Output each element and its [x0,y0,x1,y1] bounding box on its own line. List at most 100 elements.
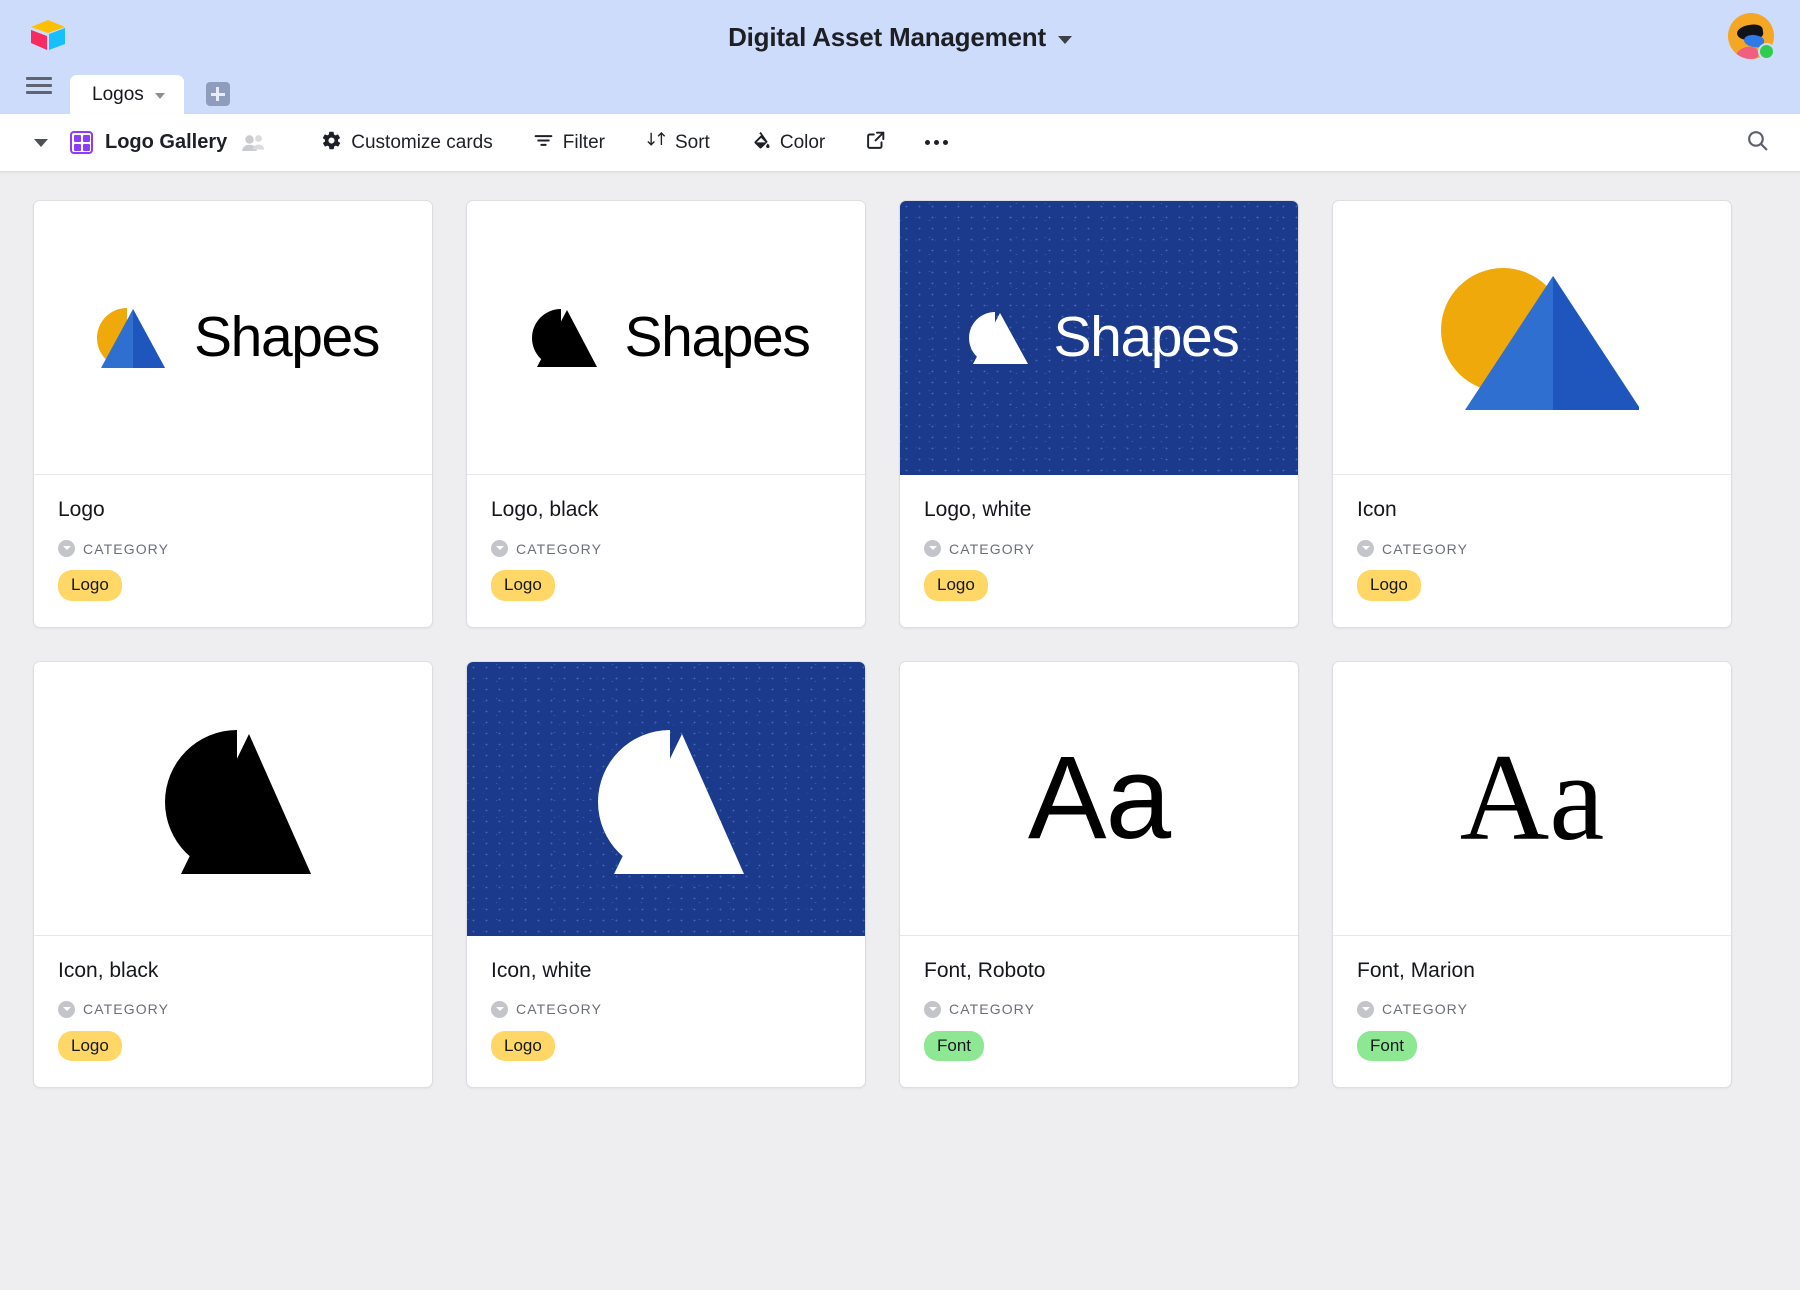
field-label-category: CATEGORY [58,540,408,558]
status-badge[interactable]: Logo [58,1030,122,1062]
app-header: Digital Asset Management [0,0,1800,75]
single-select-icon [924,540,941,558]
field-name: CATEGORY [83,540,170,557]
field-label-category: CATEGORY [924,1000,1274,1018]
field-label-category: CATEGORY [58,1000,408,1018]
status-badge[interactable]: Logo [491,570,555,601]
field-name: CATEGORY [83,1001,170,1018]
card-grid: Shapes Logo CATEGORY Logo Shapes Logo, b… [33,200,1767,1089]
tab-logos[interactable]: Logos [70,75,184,114]
wordmark: Shapes [194,305,380,369]
hamburger-menu-icon[interactable] [26,66,52,105]
search-button[interactable] [1739,122,1776,164]
single-select-icon [491,1000,508,1018]
field-label-category: CATEGORY [1357,1000,1707,1018]
status-badge[interactable]: Logo [924,570,988,601]
single-select-icon [924,1000,941,1018]
gallery-grid-icon[interactable] [70,131,93,154]
sort-icon [645,130,666,156]
card-title: Icon, white [491,958,592,982]
card-thumbnail[interactable] [34,661,432,936]
card-thumbnail[interactable] [467,661,865,936]
card-body: Icon CATEGORY Logo [1333,475,1731,627]
filter-button[interactable]: Filter [521,124,617,162]
search-icon [1745,128,1770,158]
airtable-logo[interactable] [28,16,68,56]
sidebar-toggle-chevron-icon[interactable] [34,138,48,147]
card-font-marion[interactable]: Aa Font, Marion CATEGORY Font [1332,660,1732,1089]
card-logo-black[interactable]: Shapes Logo, black CATEGORY Logo [466,200,866,628]
card-title: Icon [1357,498,1397,521]
card-icon[interactable]: Icon CATEGORY Logo [1332,200,1732,628]
single-select-icon [58,1000,75,1018]
card-thumbnail[interactable]: Aa [900,661,1298,936]
more-dot [934,140,940,145]
card-body: Icon, black CATEGORY Logo [34,936,432,1088]
card-body: Icon, white CATEGORY Logo [467,936,865,1088]
gear-icon [321,130,342,156]
filter-label: Filter [562,131,605,153]
status-badge[interactable]: Logo [491,1030,555,1062]
share-export-icon [865,129,887,156]
card-logo-white[interactable]: Shapes Logo, white CATEGORY Logo [899,200,1299,628]
card-icon-white[interactable]: Icon, white CATEGORY Logo [466,660,866,1089]
page-title: Digital Asset Management [728,22,1046,52]
view-toolbar: Logo Gallery Customize cards Filter Sort… [0,114,1800,172]
view-name[interactable]: Logo Gallery [105,131,227,154]
field-label-category: CATEGORY [491,1000,841,1018]
more-dot [925,140,931,145]
add-table-button[interactable] [205,82,230,106]
card-title: Logo, black [491,498,599,521]
more-options-button[interactable] [915,130,958,155]
status-badge[interactable]: Font [924,1030,985,1062]
avatar[interactable] [1728,13,1775,60]
single-select-icon [491,540,508,558]
card-thumbnail[interactable]: Shapes [900,201,1298,475]
card-body: Logo, black CATEGORY Logo [467,475,865,627]
tab-label: Logos [92,83,144,105]
card-title: Logo, white [924,498,1032,521]
shapes-icon-color [1441,267,1639,410]
logo-lockup-black: Shapes [523,305,811,371]
filter-icon [533,130,554,156]
card-body: Font, Roboto CATEGORY Font [900,936,1298,1088]
share-export-button[interactable] [853,123,899,162]
chevron-down-icon[interactable] [154,93,165,99]
gallery-board: Shapes Logo CATEGORY Logo Shapes Logo, b… [0,172,1800,1290]
field-name: CATEGORY [949,540,1036,557]
field-name: CATEGORY [516,540,603,557]
card-icon-black[interactable]: Icon, black CATEGORY Logo [33,660,433,1089]
collaborators-icon[interactable] [241,133,267,153]
single-select-icon [58,540,75,558]
shapes-mark-white [968,311,1028,364]
logo-lockup-color: Shapes [87,304,380,372]
sort-button[interactable]: Sort [633,124,722,162]
tab-strip: Logos [0,75,1800,114]
card-body: Logo, white CATEGORY Logo [900,475,1298,627]
color-button[interactable]: Color [738,124,837,162]
status-badge[interactable]: Font [1357,1030,1418,1062]
customize-cards-button[interactable]: Customize cards [309,124,505,162]
card-thumbnail[interactable]: Aa [1333,661,1731,936]
shapes-mark-color [97,307,166,368]
font-specimen-sans: Aa [1027,732,1171,865]
card-thumbnail[interactable] [1333,201,1731,475]
card-font-roboto[interactable]: Aa Font, Roboto CATEGORY Font [899,660,1299,1089]
field-name: CATEGORY [1382,540,1469,557]
card-thumbnail[interactable]: Shapes [34,201,432,475]
sort-label: Sort [674,131,710,153]
logo-lockup-white: Shapes [960,308,1240,368]
paint-bucket-icon [750,130,771,156]
status-badge[interactable]: Logo [58,570,122,601]
shapes-icon-white [598,730,744,875]
single-select-icon [1357,1000,1374,1018]
field-name: CATEGORY [516,1001,603,1018]
wordmark: Shapes [624,305,811,369]
color-label: Color [779,131,826,153]
card-thumbnail[interactable]: Shapes [467,201,865,475]
status-badge[interactable]: Logo [1357,570,1421,601]
card-logo[interactable]: Shapes Logo CATEGORY Logo [33,200,433,628]
chevron-down-icon[interactable] [1057,35,1072,44]
more-dot [943,140,949,145]
card-body: Logo CATEGORY Logo [34,475,432,627]
